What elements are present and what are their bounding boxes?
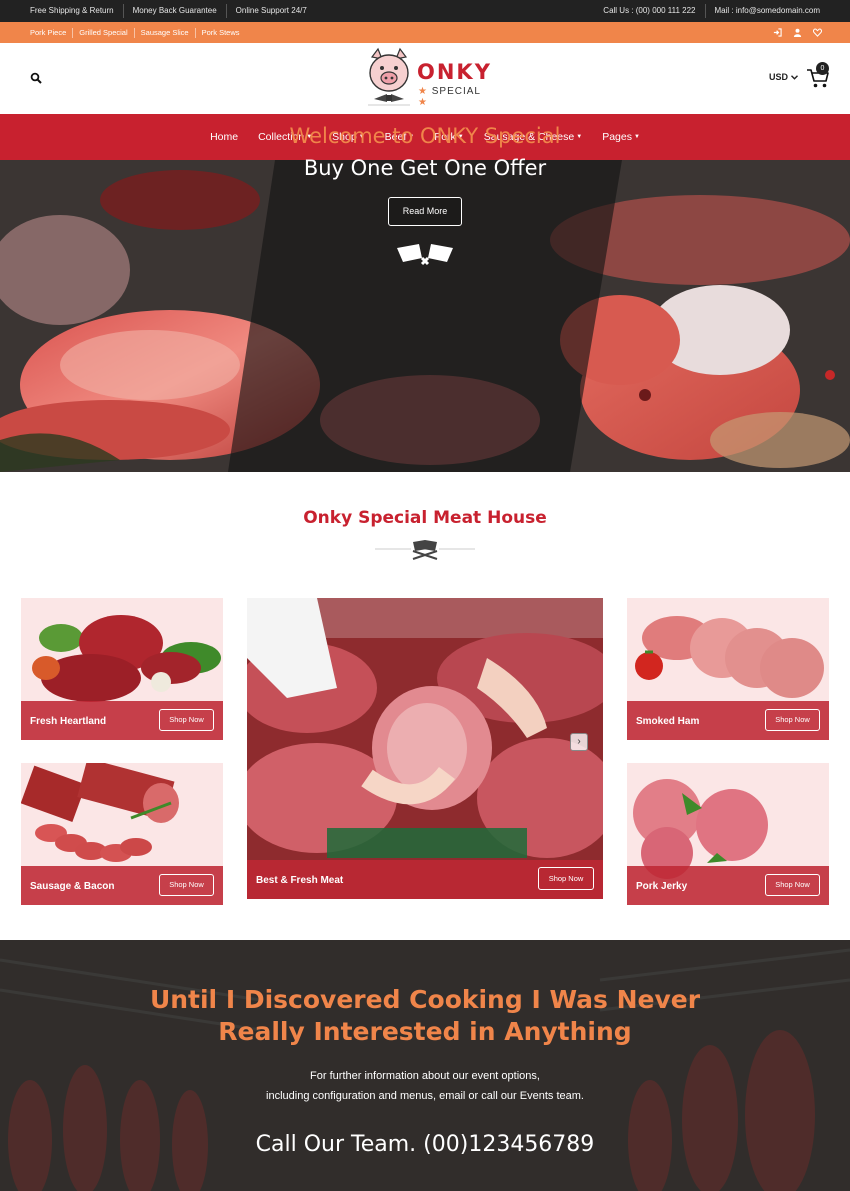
currency-selector[interactable]: USD bbox=[769, 72, 798, 82]
pig-logo-icon bbox=[368, 47, 410, 106]
top-info-bar: Free Shipping & Return Money Back Guaran… bbox=[0, 0, 850, 22]
quote-line-1: Until I Discovered Cooking I Was Never bbox=[149, 985, 701, 1014]
quote-line-2: Really Interested in Anything bbox=[218, 1017, 632, 1046]
carousel-next-button[interactable]: › bbox=[570, 733, 588, 751]
search-icon[interactable] bbox=[30, 71, 42, 84]
product-card-smoked-ham[interactable]: Smoked Ham Shop Now bbox=[627, 598, 829, 740]
account-icons bbox=[772, 22, 822, 43]
shop-now-button[interactable]: Shop Now bbox=[765, 874, 820, 896]
shop-now-button[interactable]: Shop Now bbox=[538, 867, 594, 890]
email-link[interactable]: Mail : info@somedomain.com bbox=[704, 4, 820, 18]
site-logo[interactable]: ONKY ★ SPECIAL ★ bbox=[364, 47, 492, 111]
site-header: ONKY ★ SPECIAL ★ USD 0 bbox=[0, 43, 850, 114]
service-highlights: Free Shipping & Return Money Back Guaran… bbox=[30, 0, 316, 22]
heart-icon[interactable] bbox=[812, 28, 822, 38]
online-support-text: Online Support 24/7 bbox=[225, 4, 316, 18]
product-card-pork-jerky[interactable]: Pork Jerky Shop Now bbox=[627, 763, 829, 905]
quick-link-pork-stews[interactable]: Pork Stews bbox=[194, 27, 246, 38]
shop-now-button[interactable]: Shop Now bbox=[159, 874, 214, 896]
section-title: Onky Special Meat House bbox=[303, 508, 547, 528]
contact-info: Call Us : (00) 000 111 222 Mail : info@s… bbox=[594, 0, 820, 22]
info-line-2: including configuration and menus, email… bbox=[266, 1090, 584, 1102]
cart-count-badge: 0 bbox=[816, 62, 829, 75]
product-name: Best & Fresh Meat bbox=[256, 875, 344, 886]
info-line-1: For further information about our event … bbox=[310, 1070, 540, 1082]
product-name: Pork Jerky bbox=[636, 881, 688, 892]
chevron-right-icon: › bbox=[577, 736, 581, 747]
login-icon[interactable] bbox=[772, 28, 782, 38]
product-name: Fresh Heartland bbox=[30, 716, 107, 727]
phone-text: Call Us : (00) 000 111 222 bbox=[603, 6, 696, 15]
section-divider-icon bbox=[375, 540, 475, 560]
call-our-team[interactable]: Call Our Team. (00)123456789 bbox=[0, 1132, 850, 1157]
shop-now-button[interactable]: Shop Now bbox=[765, 709, 820, 731]
product-card-best-fresh-meat[interactable]: Best & Fresh Meat Shop Now bbox=[247, 598, 603, 899]
product-name: Smoked Ham bbox=[636, 716, 700, 727]
money-back-text: Money Back Guarantee bbox=[122, 4, 226, 18]
quick-link-pork-piece[interactable]: Pork Piece bbox=[30, 28, 72, 38]
product-image bbox=[247, 598, 603, 899]
logo-wordmark: ONKY bbox=[417, 60, 492, 84]
logo-subtitle: ★ SPECIAL ★ bbox=[418, 86, 481, 108]
quick-link-sausage-slice[interactable]: Sausage Slice bbox=[133, 27, 195, 38]
read-more-button[interactable]: Read More bbox=[388, 197, 462, 226]
hero-subtitle: Buy One Get One Offer bbox=[303, 156, 547, 180]
chevron-down-icon bbox=[790, 75, 798, 80]
product-card-sausage-bacon[interactable]: Sausage & Bacon Shop Now bbox=[21, 763, 223, 905]
quick-links-bar: Pork Piece Grilled Special Sausage Slice… bbox=[0, 22, 850, 43]
hero-title: Welcome to ONKY Special bbox=[289, 124, 561, 148]
cleaver-icon bbox=[397, 244, 453, 266]
shop-now-button[interactable]: Shop Now bbox=[159, 709, 214, 731]
quick-link-grilled-special[interactable]: Grilled Special bbox=[72, 27, 133, 38]
quick-links: Pork Piece Grilled Special Sausage Slice… bbox=[30, 22, 246, 43]
product-card-fresh-heartland[interactable]: Fresh Heartland Shop Now bbox=[21, 598, 223, 740]
product-name: Sausage & Bacon bbox=[30, 881, 115, 892]
user-icon[interactable] bbox=[792, 28, 802, 38]
free-shipping-text: Free Shipping & Return bbox=[30, 6, 114, 15]
